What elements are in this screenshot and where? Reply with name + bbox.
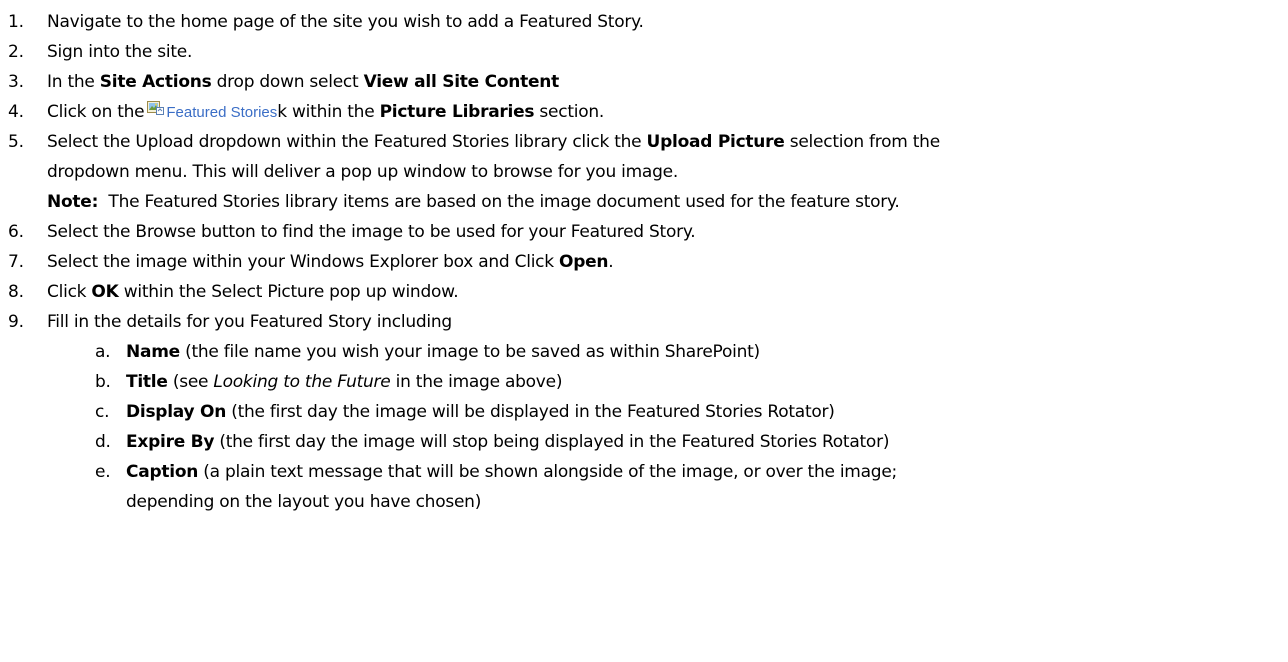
step-text-part: within the Select Picture pop up window. (118, 282, 459, 302)
step-text-part: section. (534, 102, 605, 122)
step-text-part: In the (47, 72, 100, 92)
step-8: 8. Click OK within the Select Picture po… (0, 277, 1288, 307)
step-text-part: Select the image within your Windows Exp… (47, 252, 560, 272)
substep-text: Display On (the first day the image will… (126, 397, 835, 427)
step-number: 4. (8, 102, 24, 122)
substep-e: e. Caption (a plain text message that wi… (0, 457, 1288, 487)
substep-text-part: (a plain text message that will be shown… (198, 462, 898, 482)
step-6: 6. Select the Browse button to find the … (0, 217, 1288, 247)
substep-text-part: (see (167, 372, 214, 392)
step-number: 7. (8, 252, 24, 272)
substep-text-part: (the first day the image will stop being… (214, 432, 890, 452)
substep-text: Title (see Looking to the Future in the … (126, 367, 562, 397)
step-number: 6. (8, 222, 24, 242)
substep-text: Caption (a plain text message that will … (126, 457, 897, 487)
substep-text-part: (the file name you wish your image to be… (179, 342, 760, 362)
step-number: 5. (8, 132, 24, 152)
note-text: Note: The Featured Stories library items… (47, 187, 900, 217)
substep-d: d. Expire By (the first day the image wi… (0, 427, 1288, 457)
ok-label: OK (91, 282, 119, 302)
step-text: Select the image within your Windows Exp… (47, 247, 614, 277)
title-field-label: Title (126, 372, 168, 392)
step-number: 1. (8, 12, 24, 32)
substep-text: Name (the file name you wish your image … (126, 337, 760, 367)
expire-by-field-label: Expire By (126, 432, 215, 452)
substep-letter: d. (95, 432, 111, 452)
view-all-site-content-label: View all Site Content (363, 72, 560, 92)
caption-field-label: Caption (126, 462, 199, 482)
step-5-note: Note: The Featured Stories library items… (0, 187, 1288, 217)
step-text: In the Site Actions drop down select Vie… (47, 67, 559, 97)
step-4: 4. Click on the Featured Storiesk within… (0, 97, 1288, 127)
step-text: Click on the Featured Storiesk within th… (47, 97, 604, 128)
step-text-part: drop down select (211, 72, 364, 92)
substep-b: b. Title (see Looking to the Future in t… (0, 367, 1288, 397)
note-body: The Featured Stories library items are b… (98, 192, 900, 212)
step-text: Select the Upload dropdown within the Fe… (47, 127, 940, 157)
step-text: Fill in the details for you Featured Sto… (47, 312, 452, 332)
substep-text: depending on the layout you have chosen) (126, 492, 482, 512)
display-on-field-label: Display On (126, 402, 227, 422)
step-7: 7. Select the image within your Windows … (0, 247, 1288, 277)
step-text: Sign into the site. (47, 42, 193, 62)
site-actions-label: Site Actions (99, 72, 212, 92)
upload-picture-label: Upload Picture (646, 132, 785, 152)
step-5-continued: dropdown menu. This will deliver a pop u… (0, 157, 1288, 187)
picture-library-icon (147, 95, 165, 125)
substep-letter: a. (95, 342, 111, 362)
note-label: Note: (47, 192, 99, 212)
substep-text-part: (the first day the image will be display… (226, 402, 835, 422)
substep-letter: c. (95, 402, 110, 422)
instructions-document: 1. Navigate to the home page of the site… (0, 0, 1288, 662)
example-title: Looking to the Future (213, 372, 391, 392)
step-text-part: Click on the (47, 102, 145, 122)
step-2: 2. Sign into the site. (0, 37, 1288, 67)
step-1: 1. Navigate to the home page of the site… (0, 7, 1288, 37)
step-text-part: k within the (277, 102, 380, 122)
substep-letter: b. (95, 372, 111, 392)
step-number: 9. (8, 312, 24, 332)
open-label: Open (559, 252, 609, 272)
step-number: 3. (8, 72, 24, 92)
substep-c: c. Display On (the first day the image w… (0, 397, 1288, 427)
step-text-part: . (608, 252, 614, 272)
step-number: 2. (8, 42, 24, 62)
step-9: 9. Fill in the details for you Featured … (0, 307, 1288, 337)
substep-e-continued: depending on the layout you have chosen) (0, 487, 1288, 517)
picture-libraries-label: Picture Libraries (379, 102, 535, 122)
step-3: 3. In the Site Actions drop down select … (0, 67, 1288, 97)
name-field-label: Name (126, 342, 180, 362)
step-text: dropdown menu. This will deliver a pop u… (47, 162, 678, 182)
step-5: 5. Select the Upload dropdown within the… (0, 127, 1288, 157)
step-text-part: Click (47, 282, 92, 302)
substep-text: Expire By (the first day the image will … (126, 427, 889, 457)
featured-stories-link[interactable]: Featured Stories (166, 104, 277, 121)
step-text-part: Select the Upload dropdown within the Fe… (47, 132, 647, 152)
substep-letter: e. (95, 462, 111, 482)
step-text: Select the Browse button to find the ima… (47, 222, 696, 242)
step-text: Click OK within the Select Picture pop u… (47, 277, 459, 307)
substep-a: a. Name (the file name you wish your ima… (0, 337, 1288, 367)
substep-text-part: in the image above) (390, 372, 563, 392)
step-text-part: selection from the (784, 132, 940, 152)
step-text: Navigate to the home page of the site yo… (47, 12, 644, 32)
step-number: 8. (8, 282, 24, 302)
